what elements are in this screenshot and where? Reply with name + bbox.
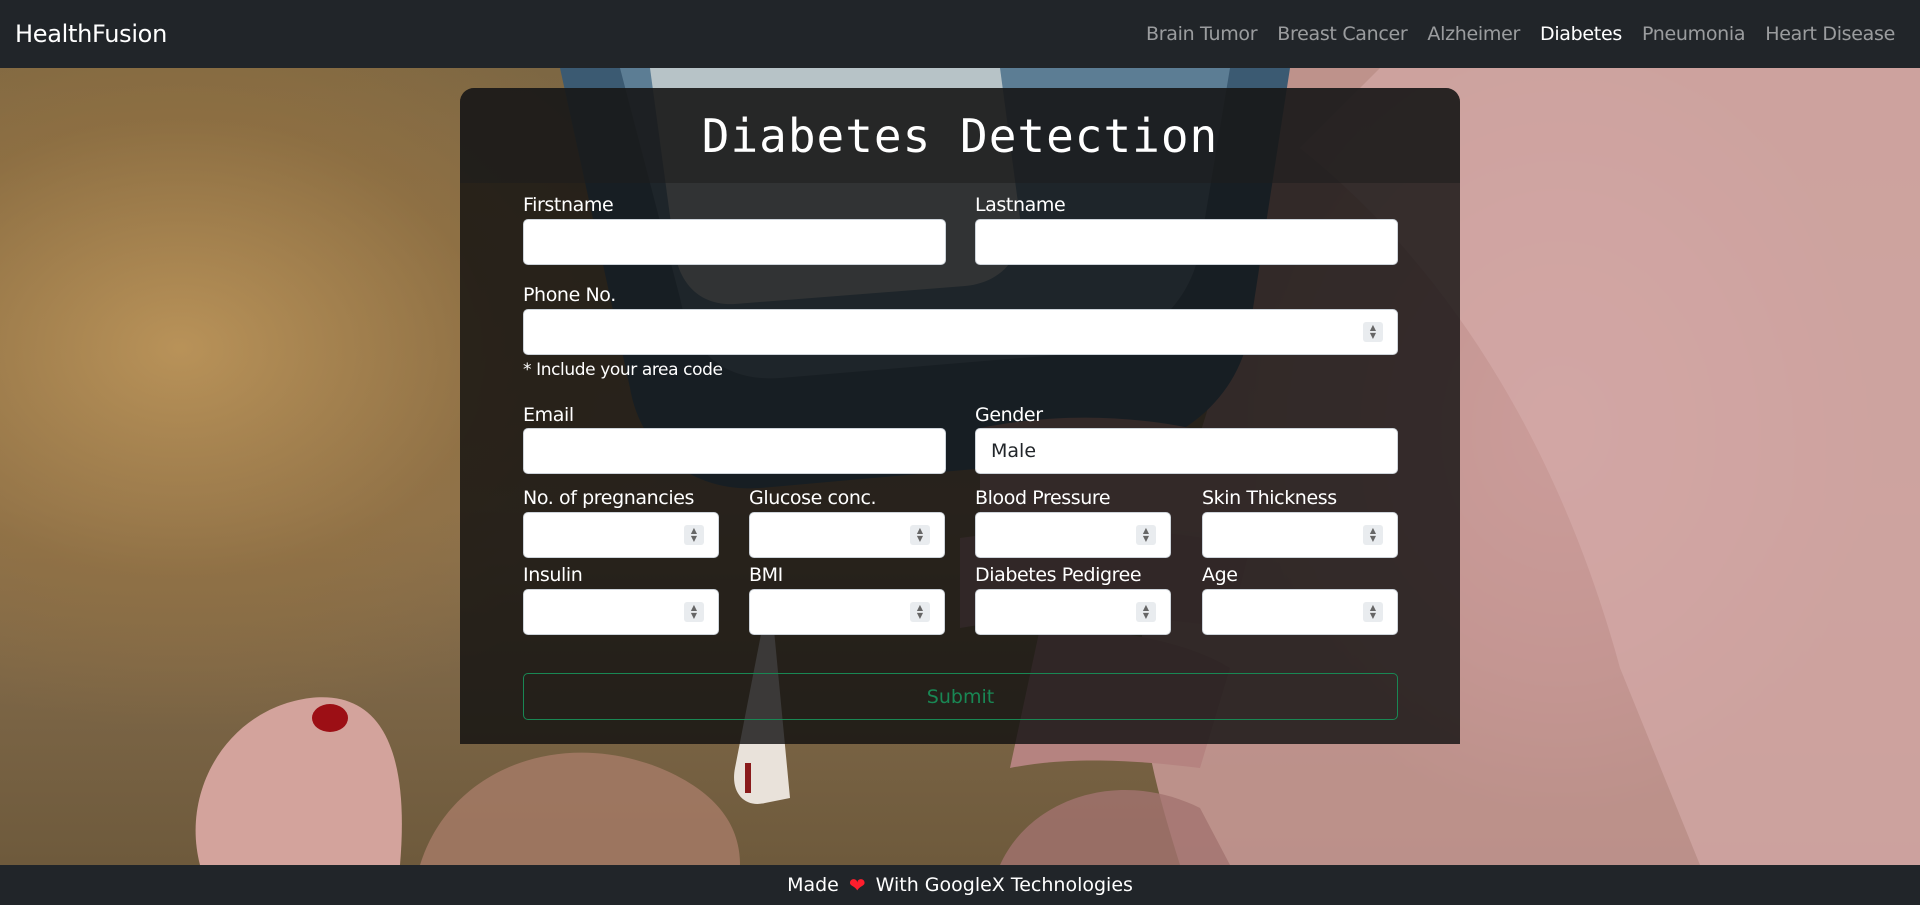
nav-link-breast-cancer[interactable]: Breast Cancer	[1277, 23, 1407, 45]
age-spinner[interactable]: ▲ ▼	[1363, 602, 1383, 622]
page-title: Diabetes Detection	[701, 108, 1219, 163]
gender-select[interactable]: Male	[975, 428, 1398, 474]
nav-link-alzheimer[interactable]: Alzheimer	[1427, 23, 1520, 45]
spinner-down-icon[interactable]: ▼	[1143, 535, 1149, 543]
blood-pressure-spinner[interactable]: ▲ ▼	[1136, 525, 1156, 545]
spinner-down-icon[interactable]: ▼	[691, 535, 697, 543]
phone-spinner[interactable]: ▲ ▼	[1363, 322, 1383, 342]
glucose-input[interactable]: ▲ ▼	[749, 512, 945, 558]
pregnancies-label: No. of pregnancies	[523, 487, 694, 509]
heart-icon: ❤	[848, 873, 866, 897]
spinner-down-icon[interactable]: ▼	[917, 612, 923, 620]
insulin-spinner[interactable]: ▲ ▼	[684, 602, 704, 622]
pregnancies-input[interactable]: ▲ ▼	[523, 512, 719, 558]
firstname-label: Firstname	[523, 194, 614, 216]
glucose-spinner[interactable]: ▲ ▼	[910, 525, 930, 545]
nav-link-heart-disease[interactable]: Heart Disease	[1765, 23, 1895, 45]
pregnancies-spinner[interactable]: ▲ ▼	[684, 525, 704, 545]
spinner-down-icon[interactable]: ▼	[1370, 612, 1376, 620]
age-label: Age	[1202, 564, 1238, 586]
blood-pressure-label: Blood Pressure	[975, 487, 1111, 509]
diabetes-form-card: Diabetes Detection Firstname Lastname Ph…	[460, 88, 1460, 744]
nav-link-diabetes[interactable]: Diabetes	[1540, 23, 1622, 45]
card-header: Diabetes Detection	[460, 88, 1460, 183]
phone-hint: * Include your area code	[523, 360, 723, 380]
insulin-input[interactable]: ▲ ▼	[523, 589, 719, 635]
glucose-label: Glucose conc.	[749, 487, 877, 509]
lastname-input[interactable]	[975, 219, 1398, 265]
email-label: Email	[523, 404, 574, 426]
footer-credit-text: With GoogleX Technologies	[875, 874, 1133, 896]
spinner-down-icon[interactable]: ▼	[1143, 612, 1149, 620]
spinner-down-icon[interactable]: ▼	[1370, 332, 1376, 340]
spinner-down-icon[interactable]: ▼	[917, 535, 923, 543]
insulin-label: Insulin	[523, 564, 583, 586]
blood-pressure-input[interactable]: ▲ ▼	[975, 512, 1171, 558]
gender-label: Gender	[975, 404, 1043, 426]
skin-thickness-label: Skin Thickness	[1202, 487, 1337, 509]
skin-thickness-input[interactable]: ▲ ▼	[1202, 512, 1398, 558]
spinner-down-icon[interactable]: ▼	[1370, 535, 1376, 543]
pedigree-label: Diabetes Pedigree	[975, 564, 1142, 586]
phone-input[interactable]: ▲ ▼	[523, 309, 1398, 355]
footer: Made ❤ With GoogleX Technologies	[0, 865, 1920, 905]
pedigree-spinner[interactable]: ▲ ▼	[1136, 602, 1156, 622]
footer-made-text: Made	[787, 874, 839, 896]
age-input[interactable]: ▲ ▼	[1202, 589, 1398, 635]
navbar: HealthFusion Brain Tumor Breast Cancer A…	[0, 0, 1920, 68]
bmi-label: BMI	[749, 564, 783, 586]
submit-button[interactable]: Submit	[523, 673, 1398, 720]
skin-thickness-spinner[interactable]: ▲ ▼	[1363, 525, 1383, 545]
spinner-down-icon[interactable]: ▼	[691, 612, 697, 620]
bmi-input[interactable]: ▲ ▼	[749, 589, 945, 635]
nav-link-pneumonia[interactable]: Pneumonia	[1642, 23, 1746, 45]
nav-link-brain-tumor[interactable]: Brain Tumor	[1146, 23, 1258, 45]
phone-label: Phone No.	[523, 284, 616, 306]
nav-links: Brain Tumor Breast Cancer Alzheimer Diab…	[1126, 23, 1905, 45]
firstname-input[interactable]	[523, 219, 946, 265]
brand-link[interactable]: HealthFusion	[15, 20, 167, 48]
email-input[interactable]	[523, 428, 946, 474]
pedigree-input[interactable]: ▲ ▼	[975, 589, 1171, 635]
lastname-label: Lastname	[975, 194, 1066, 216]
bmi-spinner[interactable]: ▲ ▼	[910, 602, 930, 622]
